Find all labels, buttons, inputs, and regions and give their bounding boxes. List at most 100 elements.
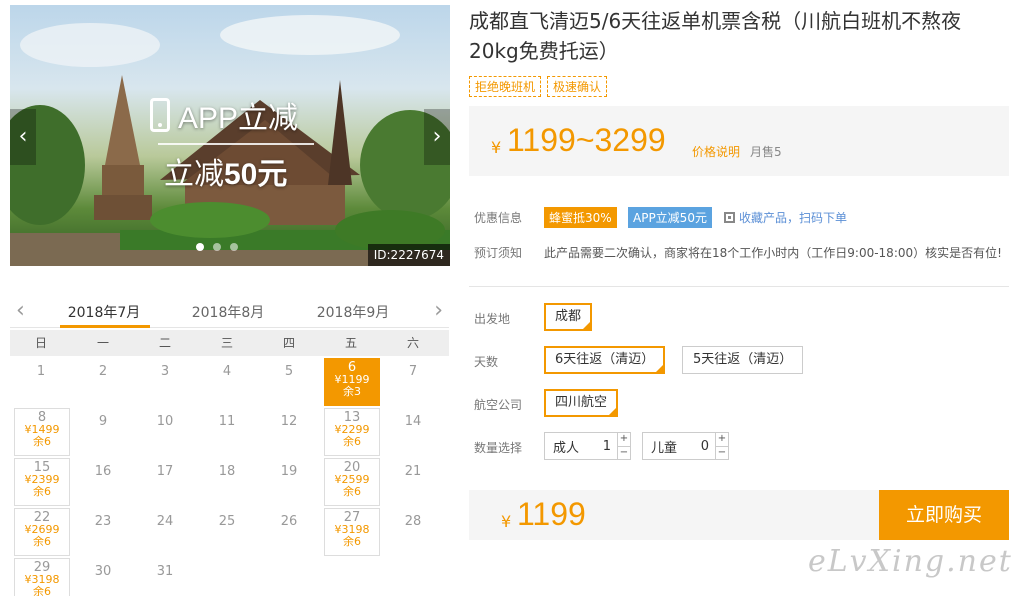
month-tab-jul[interactable]: 2018年7月: [64, 302, 144, 322]
child-plus-button[interactable]: +: [716, 433, 728, 446]
calendar-day-remaining: 余6: [33, 435, 51, 448]
calendar-day-number: 23: [94, 514, 112, 529]
phone-icon: [150, 98, 170, 132]
child-minus-button[interactable]: −: [716, 446, 728, 459]
currency-symbol: ¥: [491, 138, 502, 157]
calendar-day: 3: [134, 356, 196, 406]
hero-next-button[interactable]: ›: [424, 109, 450, 165]
child-quantity-stepper[interactable]: 儿童 0 + −: [642, 432, 729, 460]
calendar-day-number: 3: [160, 364, 170, 379]
promo-amount: 50元: [224, 158, 288, 191]
calendar-day: 2: [72, 356, 134, 406]
calendar-day-number: 30: [94, 564, 112, 579]
product-tags: 拒绝晚班机 极速确认: [469, 76, 608, 97]
calendar-day-number: 18: [218, 464, 236, 479]
favorite-link[interactable]: 收藏产品，扫码下单: [724, 209, 847, 226]
airline-option-sichuan[interactable]: 四川航空: [544, 389, 619, 417]
calendar-day: 5: [258, 356, 320, 406]
qr-code-icon: [724, 212, 735, 223]
calendar-day-available[interactable]: 27 ¥3198 余6: [324, 508, 380, 556]
month-tab-aug[interactable]: 2018年8月: [188, 302, 268, 322]
calendar-day-grid: 1 2 3 4 5 6 ¥1199 余3 7 8 ¥1499 余6 9 10 11 12 13 ¥2299 余6 14…: [10, 356, 449, 596]
price-explain-link[interactable]: 价格说明: [692, 143, 740, 160]
calendar-day-number: 17: [156, 464, 174, 479]
promo-prefix: 立减: [164, 158, 224, 191]
promo-divider: [158, 143, 314, 145]
adult-count[interactable]: 1: [595, 439, 611, 454]
calendar-day: 1: [10, 356, 72, 406]
calendar-day: 16: [72, 456, 134, 506]
calendar-day-available[interactable]: 13 ¥2299 余6: [324, 408, 380, 456]
calendar-day-number: 28: [404, 514, 422, 529]
calendar-day: 14: [382, 406, 444, 456]
hero-prev-button[interactable]: ‹: [10, 109, 36, 165]
image-id-label: ID:2227674: [367, 244, 450, 266]
notice-text: 此产品需要二次确认，商家将在18个工作小时内（工作日9:00-18:00）核实是…: [544, 246, 1002, 260]
calendar-day-remaining: 余6: [33, 485, 51, 498]
calendar-day-available[interactable]: 20 ¥2599 余6: [324, 458, 380, 506]
product-hero-image: ‹ › APP立减 立减50元 ID:2227674: [10, 5, 450, 266]
calendar-day-remaining: 余6: [343, 435, 361, 448]
calendar-day-remaining: 余6: [33, 535, 51, 548]
total-price: 1199: [517, 496, 586, 532]
calendar-month-tabs: ‹ 2018年7月 2018年8月 2018年9月 ›: [10, 296, 449, 328]
calendar-day-available[interactable]: 6 ¥1199 余3: [324, 358, 380, 406]
calendar-day-number: 25: [218, 514, 236, 529]
departure-calendar: ‹ 2018年7月 2018年8月 2018年9月 › 日 一 二 三 四 五 …: [10, 296, 449, 596]
buy-now-button[interactable]: 立即购买: [879, 490, 1009, 540]
calendar-day: 24: [134, 506, 196, 556]
calendar-day-number: 2: [98, 364, 108, 379]
weekday-label: 五: [344, 336, 357, 350]
weekday-label: 日: [34, 336, 47, 350]
weekday-header: 日 一 二 三 四 五 六: [10, 330, 449, 356]
days-label: 天数: [474, 355, 499, 369]
child-count[interactable]: 0: [693, 439, 709, 454]
quantity-label: 数量选择: [474, 441, 523, 455]
weekday-label: 四: [282, 336, 295, 350]
price-box: ¥ 1199~3299 价格说明 月售5: [469, 106, 1009, 176]
departure-option-chengdu[interactable]: 成都: [544, 303, 593, 331]
calendar-day: 11: [196, 406, 258, 456]
honey-discount-badge: 蜂蜜抵30%: [544, 207, 617, 228]
airline-label: 航空公司: [474, 398, 523, 412]
carousel-dot[interactable]: [230, 243, 238, 251]
calendar-day-number: 1: [36, 364, 46, 379]
calendar-day: 23: [72, 506, 134, 556]
calendar-day: 12: [258, 406, 320, 456]
calendar-day-available[interactable]: 8 ¥1499 余6: [14, 408, 70, 456]
calendar-day-available[interactable]: 15 ¥2399 余6: [14, 458, 70, 506]
tag-fast-confirm: 极速确认: [547, 76, 608, 97]
calendar-day: 28: [382, 506, 444, 556]
adult-quantity-stepper[interactable]: 成人 1 + −: [544, 432, 631, 460]
child-stepper-buttons: + −: [715, 433, 728, 459]
discount-label: 优惠信息: [474, 211, 523, 225]
calendar-day-remaining: 余6: [33, 585, 51, 596]
calendar-day: 19: [258, 456, 320, 506]
calendar-day-number: 4: [222, 364, 232, 379]
calendar-day: 31: [134, 556, 196, 596]
favorite-text[interactable]: 收藏产品，扫码下单: [739, 209, 847, 226]
tag-no-night-flight: 拒绝晚班机: [469, 76, 542, 97]
calendar-prev-icon[interactable]: ‹: [16, 298, 25, 323]
weekday-label: 六: [406, 336, 419, 350]
days-option-5[interactable]: 5天往返（清迈）: [682, 346, 804, 374]
carousel-dot[interactable]: [196, 243, 204, 251]
notice-label: 预订须知: [474, 246, 523, 260]
calendar-day-number: 19: [280, 464, 298, 479]
carousel-dot[interactable]: [213, 243, 221, 251]
calendar-day-number: 5: [284, 364, 294, 379]
calendar-day: 17: [134, 456, 196, 506]
product-title: 成都直飞清迈5/6天往返单机票含税（川航白班机不熬夜20kg免费托运）: [469, 9, 962, 63]
adult-minus-button[interactable]: −: [618, 446, 630, 459]
month-tab-sep[interactable]: 2018年9月: [313, 302, 393, 322]
weekday-label: 三: [220, 336, 233, 350]
calendar-day-available[interactable]: 22 ¥2699 余6: [14, 508, 70, 556]
calendar-next-icon[interactable]: ›: [434, 298, 443, 323]
site-watermark: eLvXing.net: [808, 544, 1013, 579]
days-option-6[interactable]: 6天往返（清迈）: [544, 346, 666, 374]
adult-plus-button[interactable]: +: [618, 433, 630, 446]
weekday-label: 一: [96, 336, 109, 350]
total-price-box: ¥ 1199: [469, 490, 879, 540]
calendar-day-number: 14: [404, 414, 422, 429]
calendar-day-available[interactable]: 29 ¥3198 余6: [14, 558, 70, 596]
